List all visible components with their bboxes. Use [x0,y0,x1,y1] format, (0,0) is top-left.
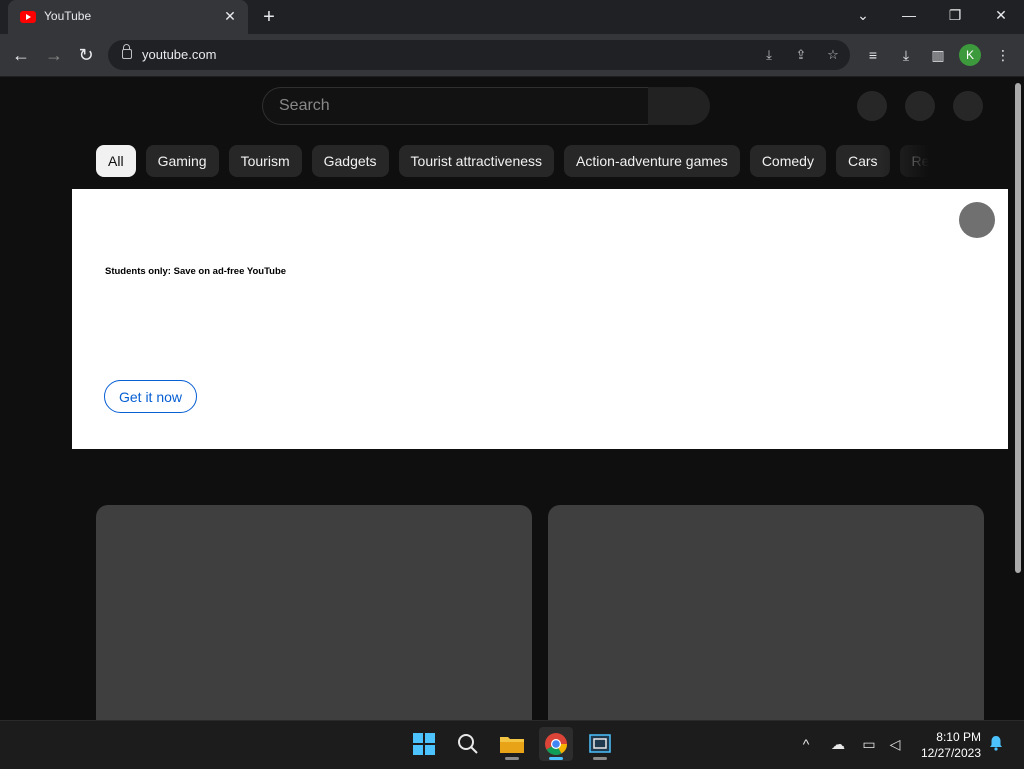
chip-all[interactable]: All [96,145,136,177]
chip-action-adventure-games[interactable]: Action-adventure games [564,145,740,177]
account-avatar-placeholder[interactable] [953,91,983,121]
downloads-icon[interactable]: ⤓ [894,43,918,67]
video-thumbnail[interactable] [96,505,532,720]
side-panel-icon[interactable]: ▥ [926,43,950,67]
reload-button[interactable]: ↻ [73,42,99,68]
onedrive-offline-icon[interactable]: ☁ [828,734,848,754]
share-icon[interactable]: ⇪ [791,45,811,65]
tab-title: YouTube [44,9,92,23]
clock-date: 12/27/2023 [920,746,981,760]
bookmark-star-icon[interactable]: ☆ [823,45,843,65]
chip-comedy[interactable]: Comedy [749,145,826,177]
youtube-page: Search All Gaming Tourism Gadgets Tourist at… [0,77,1012,720]
browser-menu-icon[interactable]: ⋮ [991,43,1015,67]
category-chips: All Gaming Tourism Gadgets Tourist attractiv… [96,145,946,177]
install-app-icon[interactable]: ⤓ [759,45,779,65]
create-icon-placeholder[interactable] [857,91,887,121]
address-bar[interactable]: youtube.com ⤓ ⇪ ☆ [108,40,850,70]
browser-toolbar: ← → ↻ youtube.com ⤓ ⇪ ☆ ≡ ⤓ ▥ K ⋮ [0,34,1024,77]
clock-time: 8:10 PM [936,730,981,744]
video-editor-icon[interactable] [583,727,617,761]
get-it-now-button[interactable]: Get it now [104,380,197,413]
new-tab-button[interactable]: + [258,6,280,28]
back-button[interactable]: ← [8,42,34,68]
page-scrollbar[interactable] [1012,77,1024,720]
chips-fade-overlay [880,145,950,177]
lock-icon[interactable] [122,44,132,59]
profile-avatar[interactable]: K [959,44,981,66]
close-window-button[interactable]: ✕ [978,0,1024,30]
restore-button[interactable]: ❐ [932,0,978,30]
chip-tourist-attractiveness[interactable]: Tourist attractiveness [398,145,555,177]
windows-start-icon[interactable] [407,727,441,761]
chip-tourism[interactable]: Tourism [228,145,302,177]
search-input[interactable]: Search [262,87,649,125]
volume-muted-icon[interactable]: ◁ [885,734,905,754]
network-icon[interactable]: ▭ [859,734,879,754]
video-thumbnail[interactable] [548,505,984,720]
scrollbar-thumb[interactable] [1015,83,1021,573]
promo-banner: Students only: Save on ad-free YouTube G… [72,189,1008,449]
url-text[interactable]: youtube.com [142,47,216,62]
system-clock[interactable]: 8:10 PM 12/27/2023 [915,729,981,761]
media-controls-icon[interactable]: ≡ [861,43,885,67]
banner-dismiss-button[interactable] [959,202,995,238]
browser-title-bar: YouTube ✕ + ⌄ — ❐ ✕ [0,0,1024,34]
show-hidden-icons-chevron-icon[interactable]: ^ [796,734,816,754]
minimize-button[interactable]: — [886,0,932,30]
file-explorer-icon[interactable] [495,727,529,761]
search-icon[interactable] [451,727,485,761]
taskbar: ^ ☁ ▭ ◁ 8:10 PM 12/27/2023 [0,720,1024,769]
notifications-icon-placeholder[interactable] [905,91,935,121]
notification-bell-icon[interactable] [986,734,1006,754]
forward-button[interactable]: → [41,42,67,68]
banner-text: Students only: Save on ad-free YouTube [105,266,287,277]
tab-close-button[interactable]: ✕ [220,6,240,26]
chip-gaming[interactable]: Gaming [145,145,219,177]
chrome-icon[interactable] [539,727,573,761]
chip-gadgets[interactable]: Gadgets [311,145,389,177]
youtube-favicon-icon [20,11,36,23]
browser-tab[interactable]: YouTube ✕ [8,0,248,34]
search-placeholder: Search [279,97,330,114]
tab-search-chevron-icon[interactable]: ⌄ [840,0,886,30]
search-button[interactable] [648,87,710,125]
